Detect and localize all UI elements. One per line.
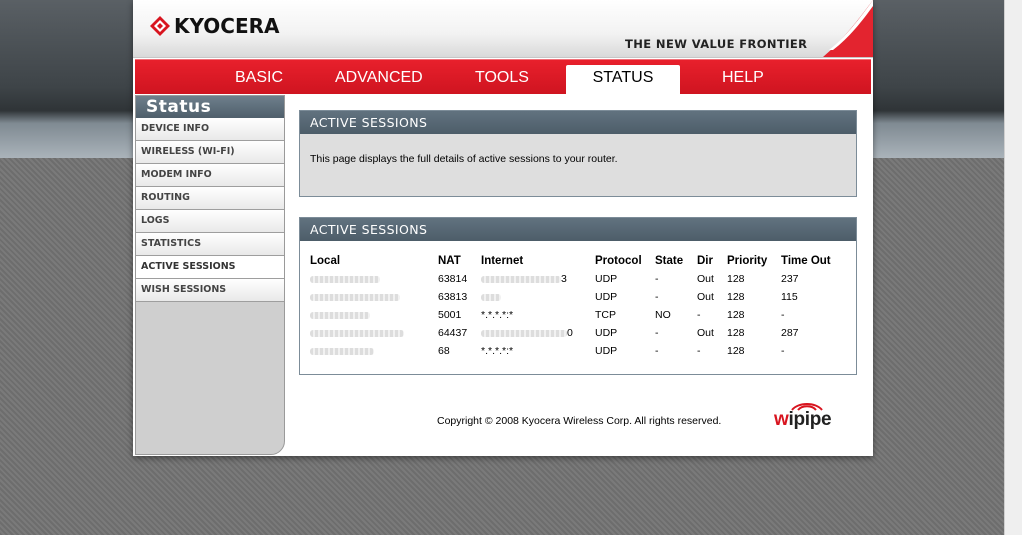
table-header-row: Local NAT Internet Protocol State Dir Pr… xyxy=(310,252,841,270)
dir-cell: - xyxy=(697,345,701,357)
brand-name: KYOCERA xyxy=(174,14,280,38)
priority-cell: 128 xyxy=(727,345,745,357)
redacted-local xyxy=(310,311,370,319)
sidebar-item-routing[interactable]: ROUTING xyxy=(136,187,284,210)
wipipe-wordmark: wipipe xyxy=(774,409,832,430)
sidebar-item-wireless[interactable]: WIRELESS (WI-FI) xyxy=(136,141,284,164)
state-cell: NO xyxy=(655,309,671,321)
nav-advanced[interactable]: ADVANCED xyxy=(335,69,423,87)
priority-cell: 128 xyxy=(727,309,745,321)
kyocera-logo: KYOCERA xyxy=(149,14,280,38)
table-row: 63814 3 UDP - Out 128 237 xyxy=(310,270,841,288)
priority-cell: 128 xyxy=(727,327,745,339)
copyright-text: Copyright © 2008 Kyocera Wireless Corp. … xyxy=(437,415,722,427)
timeout-cell: 115 xyxy=(781,291,798,303)
nav-tools[interactable]: TOOLS xyxy=(475,69,529,87)
nav-status[interactable]: STATUS xyxy=(566,65,680,94)
sidebar: Status DEVICE INFO WIRELESS (WI-FI) MODE… xyxy=(135,95,285,455)
redacted-internet xyxy=(481,275,561,283)
header: KYOCERA THE NEW VALUE FRONTIER xyxy=(133,0,873,58)
vertical-scrollbar[interactable] xyxy=(1004,0,1022,535)
internet-suffix: 0 xyxy=(567,327,573,339)
priority-cell: 128 xyxy=(727,273,745,285)
intro-panel: ACTIVE SESSIONS This page displays the f… xyxy=(299,110,857,197)
wipipe-logo: wipipe xyxy=(774,402,848,432)
protocol-cell: UDP xyxy=(595,273,618,285)
col-nat: NAT xyxy=(438,255,461,267)
sessions-panel: ACTIVE SESSIONS Local NAT Internet Proto… xyxy=(299,217,857,375)
redacted-local xyxy=(310,347,374,355)
tagline: THE NEW VALUE FRONTIER xyxy=(625,37,808,51)
col-priority: Priority xyxy=(727,255,768,267)
col-protocol: Protocol xyxy=(595,255,642,267)
top-nav: BASIC ADVANCED TOOLS STATUS HELP xyxy=(135,59,871,94)
sidebar-item-wish-sessions[interactable]: WISH SESSIONS xyxy=(136,279,284,302)
internet-cell: *.*.*.*:* xyxy=(481,345,514,357)
internet-cell: *.*.*.*:* xyxy=(481,309,514,321)
wipipe-label: ipipe xyxy=(788,409,832,430)
protocol-cell: UDP xyxy=(595,345,618,357)
sidebar-item-modem-info[interactable]: MODEM INFO xyxy=(136,164,284,187)
table-row: 64437 0 UDP - Out 128 287 xyxy=(310,324,841,342)
redacted-local xyxy=(310,329,404,337)
nav-basic[interactable]: BASIC xyxy=(235,69,283,87)
intro-description: This page displays the full details of a… xyxy=(310,153,618,165)
col-state: State xyxy=(655,255,684,267)
state-cell: - xyxy=(655,291,659,303)
sidebar-item-statistics[interactable]: STATISTICS xyxy=(136,233,284,256)
protocol-cell: UDP xyxy=(595,327,618,339)
timeout-cell: - xyxy=(781,345,785,357)
router-page-frame: KYOCERA THE NEW VALUE FRONTIER BASIC ADV… xyxy=(133,0,873,456)
intro-panel-title: ACTIVE SESSIONS xyxy=(300,111,856,134)
nav-help[interactable]: HELP xyxy=(722,69,764,87)
dir-cell: Out xyxy=(697,291,714,303)
nat-cell: 63813 xyxy=(438,291,468,303)
redacted-local xyxy=(310,293,400,301)
kyocera-logo-icon xyxy=(150,16,170,36)
sidebar-item-device-info[interactable]: DEVICE INFO xyxy=(136,118,284,141)
redacted-internet xyxy=(481,293,501,301)
col-local: Local xyxy=(310,255,341,267)
col-timeout: Time Out xyxy=(781,255,831,267)
dir-cell: Out xyxy=(697,327,714,339)
priority-cell: 128 xyxy=(727,291,745,303)
state-cell: - xyxy=(655,273,659,285)
sidebar-item-active-sessions[interactable]: ACTIVE SESSIONS xyxy=(136,256,284,279)
table-row: 63813 UDP - Out 128 115 xyxy=(310,288,841,306)
col-internet: Internet xyxy=(481,255,524,267)
timeout-cell: 237 xyxy=(781,273,799,285)
dir-cell: Out xyxy=(697,273,714,285)
state-cell: - xyxy=(655,345,659,357)
table-row: 68 *.*.*.*:* UDP - - 128 - xyxy=(310,342,841,360)
timeout-cell: - xyxy=(781,309,785,321)
dir-cell: - xyxy=(697,309,701,321)
sessions-table: Local NAT Internet Protocol State Dir Pr… xyxy=(310,252,841,360)
sidebar-title: Status xyxy=(136,96,284,118)
col-dir: Dir xyxy=(697,255,713,267)
redacted-internet xyxy=(481,329,567,337)
nat-cell: 63814 xyxy=(438,273,468,285)
protocol-cell: UDP xyxy=(595,291,618,303)
nat-cell: 64437 xyxy=(438,327,468,339)
state-cell: - xyxy=(655,327,659,339)
sidebar-item-logs[interactable]: LOGS xyxy=(136,210,284,233)
internet-suffix: 3 xyxy=(561,273,567,285)
table-row: 5001 *.*.*.*:* TCP NO - 128 - xyxy=(310,306,841,324)
protocol-cell: TCP xyxy=(595,309,616,321)
sessions-panel-title: ACTIVE SESSIONS xyxy=(300,218,856,241)
nat-cell: 5001 xyxy=(438,309,462,321)
timeout-cell: 287 xyxy=(781,327,799,339)
redacted-local xyxy=(310,275,380,283)
nat-cell: 68 xyxy=(438,345,450,357)
